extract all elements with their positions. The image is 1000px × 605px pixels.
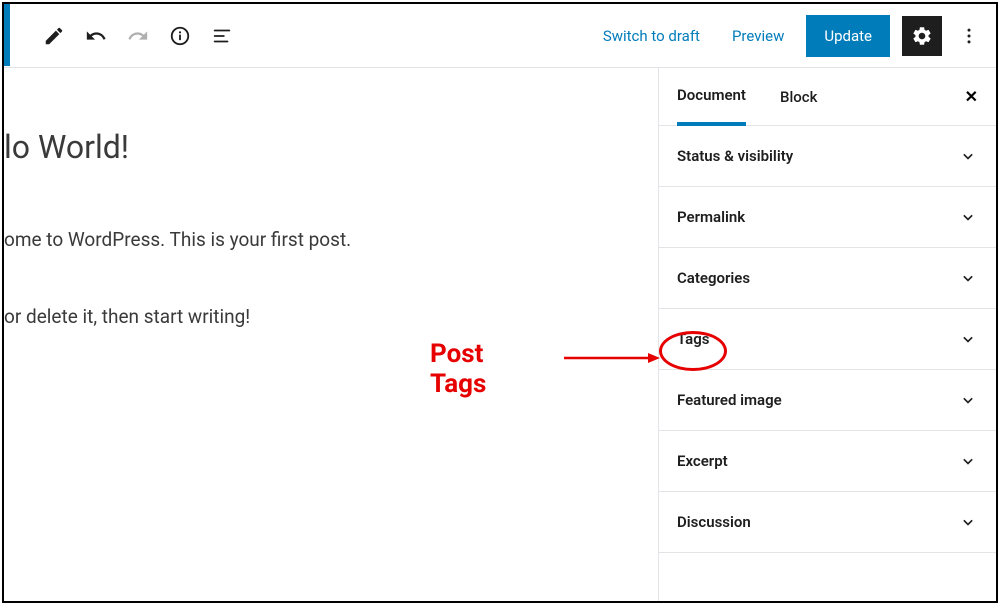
editor-accent-edge [4,4,10,66]
sidebar-tabs: Document Block ✕ [659,68,996,126]
tab-document[interactable]: Document [677,68,746,126]
update-button[interactable]: Update [806,15,890,57]
redo-icon[interactable] [118,16,158,56]
panel-categories[interactable]: Categories [659,248,996,309]
panel-title: Featured image [677,391,782,409]
chevron-down-icon [958,451,978,471]
panel-title: Categories [677,269,750,287]
panel-excerpt[interactable]: Excerpt [659,431,996,492]
outline-icon[interactable] [202,16,242,56]
post-paragraph[interactable]: ome to WordPress. This is your first pos… [4,226,658,255]
chevron-down-icon [958,329,978,349]
info-icon[interactable] [160,16,200,56]
chevron-down-icon [958,268,978,288]
undo-icon[interactable] [76,16,116,56]
panel-title: Excerpt [677,452,728,470]
panel-title: Tags [677,330,710,348]
chevron-down-icon [958,390,978,410]
settings-sidebar: Document Block ✕ Status & visibility Per… [658,68,996,601]
panel-tags[interactable]: Tags [659,309,996,370]
tab-block[interactable]: Block [780,70,817,124]
panel-title: Status & visibility [677,147,793,165]
close-icon[interactable]: ✕ [965,87,978,106]
more-options-icon[interactable] [954,16,984,56]
post-title[interactable]: lo World! [4,128,658,166]
toolbar-right: Switch to draft Preview Update [593,15,984,57]
panel-title: Discussion [677,513,751,531]
panel-discussion[interactable]: Discussion [659,492,996,553]
post-paragraph[interactable]: or delete it, then start writing! [4,303,658,332]
switch-to-draft-button[interactable]: Switch to draft [593,19,710,53]
content-area: lo World! ome to WordPress. This is your… [4,68,996,601]
settings-icon[interactable] [902,16,942,56]
chevron-down-icon [958,207,978,227]
panel-featured-image[interactable]: Featured image [659,370,996,431]
panel-permalink[interactable]: Permalink [659,187,996,248]
edit-icon[interactable] [34,16,74,56]
panel-title: Permalink [677,208,745,226]
chevron-down-icon [958,146,978,166]
editor[interactable]: lo World! ome to WordPress. This is your… [4,68,658,601]
chevron-down-icon [958,512,978,532]
preview-button[interactable]: Preview [722,19,794,53]
panel-status-visibility[interactable]: Status & visibility [659,126,996,187]
toolbar: Switch to draft Preview Update [4,4,996,68]
toolbar-left [16,16,242,56]
